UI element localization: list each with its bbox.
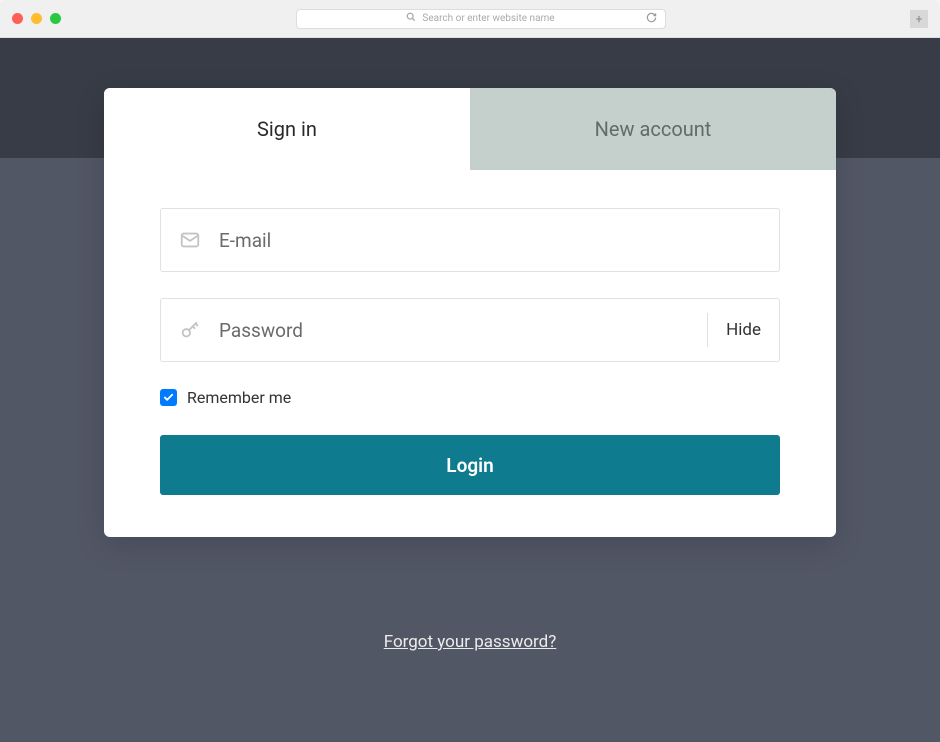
password-field[interactable] <box>219 319 707 342</box>
password-visibility-toggle[interactable]: Hide <box>707 313 761 347</box>
login-form: Hide Remember me Login <box>104 170 836 537</box>
browser-title-bar: Search or enter website name + <box>0 0 940 38</box>
refresh-icon[interactable] <box>646 12 657 26</box>
mail-icon <box>179 229 201 251</box>
address-bar[interactable]: Search or enter website name <box>296 9 666 29</box>
remember-me-row: Remember me <box>160 388 780 407</box>
maximize-window-button[interactable] <box>50 13 61 24</box>
address-bar-container: Search or enter website name <box>61 9 900 29</box>
check-icon <box>163 392 174 403</box>
remember-me-checkbox[interactable] <box>160 389 177 406</box>
tab-new-account[interactable]: New account <box>470 88 836 170</box>
minimize-window-button[interactable] <box>31 13 42 24</box>
email-input-group <box>160 208 780 272</box>
key-icon <box>179 319 201 341</box>
remember-me-label: Remember me <box>187 388 291 407</box>
email-field[interactable] <box>219 229 761 252</box>
address-placeholder: Search or enter website name <box>422 13 554 24</box>
tab-sign-in[interactable]: Sign in <box>104 88 470 170</box>
window-controls <box>12 13 61 24</box>
tab-new-account-label: New account <box>595 117 712 141</box>
forgot-password-label: Forgot your password? <box>384 632 557 652</box>
close-window-button[interactable] <box>12 13 23 24</box>
page-body: Sign in New account Hide <box>0 38 940 742</box>
auth-tabs: Sign in New account <box>104 88 836 170</box>
search-icon <box>406 12 416 25</box>
forgot-password-link[interactable]: Forgot your password? <box>384 632 557 652</box>
login-card: Sign in New account Hide <box>104 88 836 537</box>
hide-toggle-label: Hide <box>726 320 761 340</box>
password-input-group: Hide <box>160 298 780 362</box>
login-button[interactable]: Login <box>160 435 780 495</box>
tab-sign-in-label: Sign in <box>257 117 317 141</box>
login-button-label: Login <box>446 454 493 477</box>
new-tab-button[interactable]: + <box>910 10 928 28</box>
